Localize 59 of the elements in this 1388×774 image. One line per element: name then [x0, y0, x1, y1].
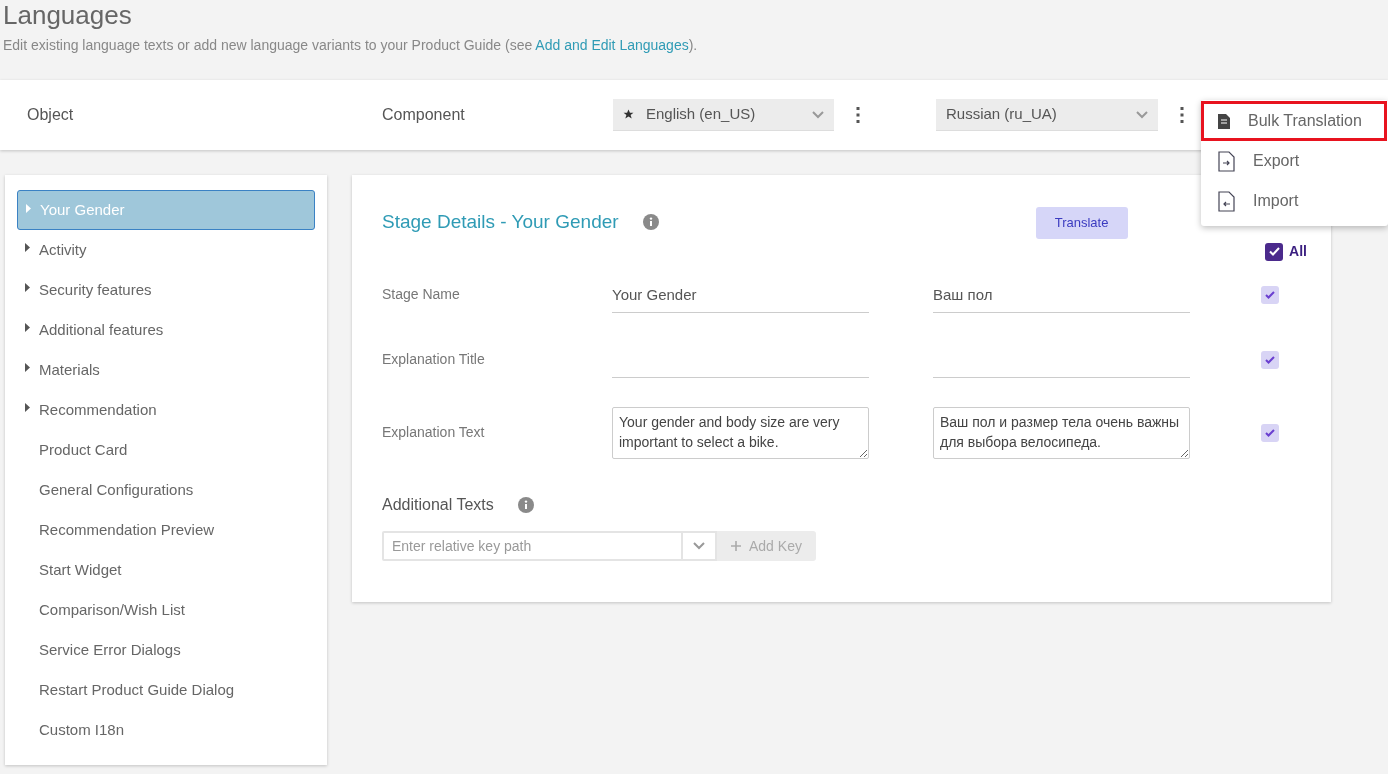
sidebar-item[interactable]: Materials	[17, 350, 315, 390]
checkbox[interactable]	[1261, 423, 1279, 442]
caret-right-icon	[25, 243, 30, 252]
menu-item[interactable]: Bulk Translation	[1201, 101, 1387, 141]
sidebar-item[interactable]: Custom I18n	[17, 710, 315, 750]
checkbox[interactable]	[1265, 242, 1284, 261]
column-header: Component	[382, 105, 466, 125]
section-subtitle: Additional Texts	[382, 495, 494, 515]
section-title: Stage Details - Your Gender	[382, 209, 619, 234]
info-icon	[517, 497, 534, 513]
translation-input[interactable]: Ваш пол	[933, 276, 1190, 313]
translation-text-area[interactable]: Ваш пол и размер тела очень важны для выбора велосипеда.	[933, 406, 1190, 459]
check-icon	[1265, 355, 1275, 364]
caret-right-icon	[25, 403, 30, 412]
caret-right-icon	[25, 363, 30, 372]
menu-item[interactable]: Export	[1201, 141, 1388, 181]
chevron-down-icon	[693, 542, 705, 550]
translate-button[interactable]: Translate	[1035, 207, 1128, 239]
sidebar-item[interactable]: General Configurations	[17, 470, 315, 510]
sidebar-item[interactable]: Additional features	[17, 310, 315, 350]
language-select[interactable]: Russian (ru_UA)	[936, 99, 1158, 131]
checkbox[interactable]	[1261, 350, 1279, 369]
language-select[interactable]: English (en_US)	[613, 99, 834, 131]
more-options-icon[interactable]	[856, 107, 860, 123]
sidebar-item[interactable]: Start Widget	[17, 550, 315, 590]
check-icon	[1265, 428, 1275, 437]
sidebar-item[interactable]: Recommendation Preview	[17, 510, 315, 550]
menu-item[interactable]: Import	[1201, 181, 1388, 221]
sidebar-item[interactable]: Activity	[17, 230, 315, 270]
checkbox[interactable]	[1261, 285, 1279, 304]
chevron-down-icon	[812, 110, 824, 119]
file-arrow-right-icon	[1218, 150, 1235, 172]
field-label: Stage Name	[382, 285, 461, 304]
sidebar-item[interactable]: Security features	[17, 270, 315, 310]
all-label: All	[1289, 242, 1307, 261]
sidebar-item[interactable]: Comparison/Wish List	[17, 590, 315, 630]
page-title: Languages	[3, 0, 132, 30]
info-icon	[642, 214, 659, 230]
check-icon	[1268, 247, 1280, 256]
caret-right-icon	[25, 323, 30, 332]
more-options-icon[interactable]	[1180, 107, 1184, 123]
column-header: Object	[27, 105, 75, 125]
caret-right-icon	[25, 283, 30, 292]
document-icon	[1218, 113, 1230, 129]
translation-input[interactable]: Your Gender	[612, 276, 869, 313]
sidebar-item[interactable]: Service Error Dialogs	[17, 630, 315, 670]
file-arrow-left-icon	[1218, 190, 1235, 212]
plus-icon	[731, 541, 741, 551]
field-label: Explanation Text	[382, 423, 486, 442]
key-path-field[interactable]: Enter relative key path	[382, 531, 683, 561]
sidebar-item[interactable]: Recommendation	[17, 390, 315, 430]
page-description: Edit existing language texts or add new language variants to your Product Guide (see Add and Edit Languages).	[3, 36, 698, 55]
sidebar-item[interactable]: Product Card	[17, 430, 315, 470]
caret-right-icon	[26, 204, 31, 213]
chevron-down-icon	[1136, 110, 1148, 119]
field-label: Explanation Title	[382, 350, 486, 369]
translation-text-area[interactable]: Your gender and body size are very important to select a bike.	[612, 406, 869, 459]
sidebar-item[interactable]: Restart Product Guide Dialog	[17, 670, 315, 710]
check-icon	[1265, 290, 1275, 299]
